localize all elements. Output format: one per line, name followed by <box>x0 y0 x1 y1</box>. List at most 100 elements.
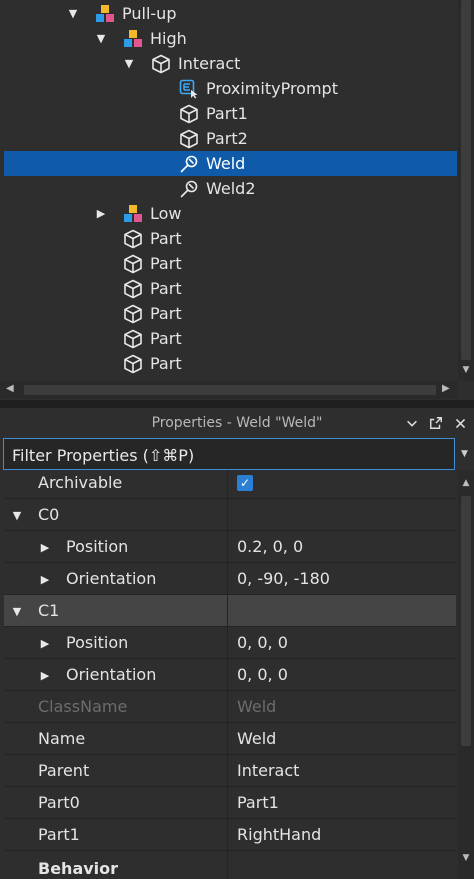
tree-item-label: High <box>150 29 187 48</box>
property-row-c1-orientation[interactable]: ▶ Orientation 0, 0, 0 <box>4 659 456 691</box>
collapse-arrow-icon[interactable]: ▼ <box>66 7 80 21</box>
tree-item-part[interactable]: Part <box>4 276 457 301</box>
part-icon <box>122 278 144 300</box>
explorer-panel: ▼ Pull-up ▼ High ▼ Interact ProximityPro… <box>0 0 474 400</box>
tree-item-label: Interact <box>178 54 241 73</box>
tree-item-part[interactable]: Part <box>4 351 457 376</box>
tree-item-part[interactable]: Part <box>4 226 457 251</box>
property-value <box>229 499 456 530</box>
tree-item-label: Part <box>150 304 182 323</box>
property-category-c0[interactable]: ▼ C0 <box>4 499 456 531</box>
tree-item-interact[interactable]: ▼ Interact <box>4 51 457 76</box>
property-value[interactable]: 0, 0, 0 <box>229 659 456 690</box>
property-value[interactable]: Weld <box>229 723 456 754</box>
property-value: ✓ <box>229 470 456 498</box>
chevron-down-icon[interactable] <box>404 415 420 431</box>
property-value[interactable]: Part1 <box>229 787 456 818</box>
undock-icon[interactable] <box>428 415 444 431</box>
tree-item-label: Weld2 <box>206 179 256 198</box>
scrollbar-thumb[interactable] <box>24 385 436 395</box>
property-row-c0-position[interactable]: ▶ Position 0.2, 0, 0 <box>4 531 456 563</box>
scrollbar-thumb[interactable] <box>461 496 471 746</box>
property-row-parent[interactable]: Parent Interact <box>4 755 456 787</box>
explorer-horizontal-scrollbar[interactable]: ◀ ▶ <box>0 381 458 399</box>
property-name: Behavior <box>4 851 228 879</box>
property-row-part1[interactable]: Part1 RightHand <box>4 819 456 851</box>
scroll-down-arrow-icon[interactable]: ▼ <box>458 365 474 377</box>
tree-item-label: Part <box>150 354 182 373</box>
property-row-archivable[interactable]: Archivable ✓ <box>4 470 456 499</box>
part-icon <box>122 353 144 375</box>
property-value[interactable]: RightHand <box>229 819 456 850</box>
tree-item-pull-up[interactable]: ▼ Pull-up <box>4 1 457 26</box>
collapse-arrow-icon[interactable]: ▼ <box>94 32 108 46</box>
explorer-vertical-scrollbar[interactable]: ▼ <box>458 0 474 381</box>
scroll-up-arrow-icon[interactable]: ▲ <box>458 478 474 490</box>
collapse-arrow-icon[interactable]: ▼ <box>122 57 136 71</box>
property-value[interactable]: 0, 0, 0 <box>229 627 456 658</box>
tree-item-part1[interactable]: Part1 <box>4 101 457 126</box>
weld-icon <box>178 178 200 200</box>
property-name: Orientation <box>4 563 228 594</box>
tree-item-part2[interactable]: Part2 <box>4 126 457 151</box>
model-icon <box>122 203 144 225</box>
tree-item-label: Part <box>150 279 182 298</box>
tree-item-weld[interactable]: Weld <box>4 151 457 176</box>
tree-item-part[interactable]: Part <box>4 251 457 276</box>
property-name: Position <box>4 531 228 562</box>
tree-item-part[interactable]: Part <box>4 326 457 351</box>
tree-item-high[interactable]: ▼ High <box>4 26 457 51</box>
property-category-c1[interactable]: ▼ C1 <box>4 595 456 627</box>
tree-item-label: Weld <box>206 154 246 173</box>
property-row-part0[interactable]: Part0 Part1 <box>4 787 456 819</box>
tree-item-label: Pull-up <box>122 4 177 23</box>
close-icon[interactable] <box>452 415 468 431</box>
property-name: Part1 <box>4 819 228 850</box>
properties-header: Properties - Weld "Weld" <box>0 408 474 438</box>
tree-item-label: Part2 <box>206 129 248 148</box>
properties-vertical-scrollbar[interactable]: ▲ ▼ <box>458 470 474 879</box>
property-name: Archivable <box>4 470 228 498</box>
tree-item-part[interactable]: Part <box>4 301 457 326</box>
filter-placeholder: Filter Properties (⇧⌘P) <box>12 446 195 465</box>
panel-divider[interactable] <box>0 400 474 408</box>
part-icon <box>178 128 200 150</box>
property-row-c0-orientation[interactable]: ▶ Orientation 0, -90, -180 <box>4 563 456 595</box>
tree-item-label: Part1 <box>206 104 248 123</box>
archivable-checkbox[interactable]: ✓ <box>237 474 253 491</box>
scroll-left-arrow-icon[interactable]: ◀ <box>6 383 14 394</box>
property-name: C1 <box>4 595 228 626</box>
scroll-right-arrow-icon[interactable]: ▶ <box>442 383 450 394</box>
tree-item-label: Part <box>150 229 182 248</box>
property-row-name[interactable]: Name Weld <box>4 723 456 755</box>
property-value[interactable]: 0, -90, -180 <box>229 563 456 594</box>
part-icon <box>178 103 200 125</box>
tree-item-weld2[interactable]: Weld2 <box>4 176 457 201</box>
property-name: Part0 <box>4 787 228 818</box>
property-row-c1-position[interactable]: ▶ Position 0, 0, 0 <box>4 627 456 659</box>
tree-item-low[interactable]: ▶ Low <box>4 201 457 226</box>
filter-dropdown-arrow-icon[interactable]: ▼ <box>455 438 474 470</box>
tree-item-label: Part <box>150 254 182 273</box>
property-value[interactable]: 0.2, 0, 0 <box>229 531 456 562</box>
scrollbar-thumb[interactable] <box>461 0 471 360</box>
part-icon <box>122 253 144 275</box>
scroll-down-arrow-icon[interactable]: ▼ <box>458 853 474 865</box>
weld-icon <box>178 153 200 175</box>
property-value: Weld <box>237 697 277 716</box>
property-name: Orientation <box>4 659 228 690</box>
tree-item-proximityprompt[interactable]: ProximityPrompt <box>4 76 457 101</box>
tree-item-label: Part <box>150 329 182 348</box>
properties-grid: Archivable ✓ ▼ C0 ▶ Position 0.2, 0, 0 ▶… <box>0 470 474 879</box>
property-value <box>229 595 456 626</box>
property-name: ClassName <box>4 691 228 722</box>
part-icon <box>150 53 172 75</box>
tree-item-label: Low <box>150 204 182 223</box>
property-name: Name <box>4 723 228 754</box>
property-name: C0 <box>4 499 228 530</box>
filter-properties-input[interactable]: Filter Properties (⇧⌘P) <box>3 438 455 470</box>
expand-arrow-icon[interactable]: ▶ <box>94 207 108 221</box>
property-category-behavior[interactable]: Behavior <box>4 851 456 879</box>
properties-title: Properties - Weld "Weld" <box>151 415 323 431</box>
property-value[interactable]: Interact <box>229 755 456 786</box>
